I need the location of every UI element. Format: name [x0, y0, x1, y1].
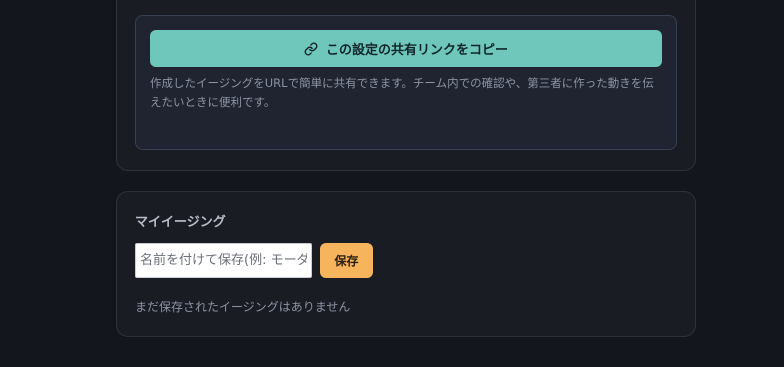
empty-state-message: まだ保存されたイージングはありません	[135, 300, 351, 314]
my-easing-title: マイイージング	[135, 215, 226, 230]
copy-share-link-label: この設定の共有リンクをコピー	[325, 43, 508, 58]
save-button[interactable]: 保存	[320, 243, 373, 278]
copy-share-link-button[interactable]: この設定の共有リンクをコピー	[150, 30, 662, 67]
link-icon	[304, 42, 318, 56]
share-description: 作成したイージングをURLで簡単に共有できます。チーム内での確認や、第三者に作っ…	[150, 76, 654, 109]
page: この設定の共有リンクをコピー 作成したイージングをURLで簡単に共有できます。チ…	[0, 0, 784, 367]
easing-name-input[interactable]	[135, 243, 312, 278]
